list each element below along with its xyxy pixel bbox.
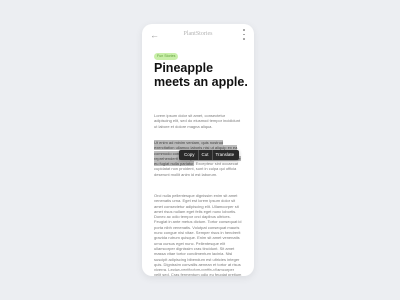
more-vertical-icon[interactable] xyxy=(242,29,246,40)
app-title: PlantStories xyxy=(183,31,213,37)
text-selection-menu: Copy Cut Translate xyxy=(179,150,240,160)
app-bar: ← PlantStories xyxy=(142,24,254,46)
article-paragraph-1: Lorem ipsum dolor sit amet, consectetur … xyxy=(154,113,241,129)
cut-button[interactable]: Cut xyxy=(197,150,212,160)
phone-screen: ← PlantStories Fun Stories Pineapple mee… xyxy=(142,24,254,276)
home-indicator xyxy=(178,270,218,271)
article-headline: Pineapple meets an apple. xyxy=(154,61,248,89)
copy-button[interactable]: Copy xyxy=(181,150,198,160)
translate-button[interactable]: Translate xyxy=(211,150,238,160)
article-paragraph-3: Orci nulla pellentesque dignissim enim s… xyxy=(154,193,242,276)
category-tag[interactable]: Fun Stories xyxy=(154,53,179,60)
